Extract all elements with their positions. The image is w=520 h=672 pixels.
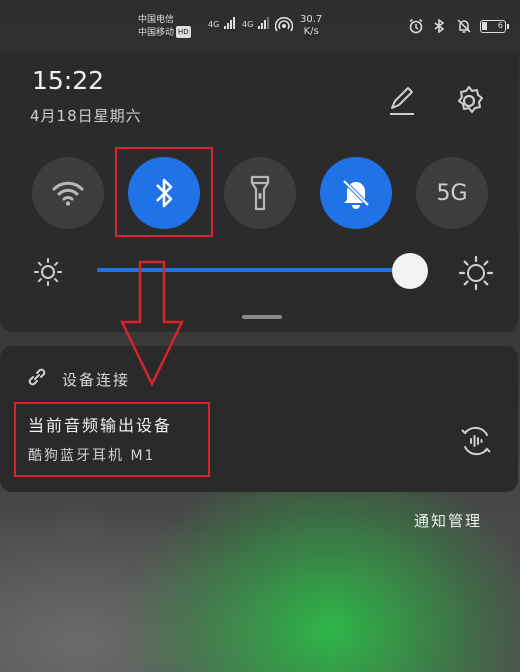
wifi-icon	[52, 181, 84, 206]
brightness-high-icon	[458, 255, 494, 291]
5g-label: 5G	[436, 180, 468, 206]
clock: 15:22	[32, 66, 105, 95]
edit-icon[interactable]	[386, 84, 418, 116]
notification-management-link[interactable]: 通知管理	[414, 510, 482, 531]
panel-drag-handle[interactable]	[242, 315, 282, 319]
battery-icon: 6	[480, 19, 509, 33]
tile-do-not-disturb[interactable]	[320, 157, 392, 229]
speed-unit: K/s	[303, 26, 319, 37]
status-bar: 中国电信 中国移动 HD 4G 4G 30.7 K/s 6	[0, 0, 520, 50]
speed-value: 30.7	[300, 14, 323, 25]
signal-2-icon: 4G	[242, 17, 269, 29]
link-icon	[28, 368, 46, 386]
annotation-highlight-bluetooth	[115, 147, 213, 237]
brightness-slider-thumb[interactable]	[392, 253, 428, 289]
hotspot-icon	[275, 17, 293, 32]
hd-badge: HD	[176, 26, 191, 38]
battery-level: 6	[497, 20, 503, 30]
flashlight-icon	[250, 175, 270, 211]
settings-gear-icon[interactable]	[452, 84, 486, 118]
alarm-icon	[409, 18, 423, 34]
network-speed: 30.7 K/s	[300, 14, 322, 38]
tile-flashlight[interactable]	[224, 157, 296, 229]
network-type-2: 4G	[242, 20, 254, 29]
carrier-2: 中国移动	[138, 28, 175, 38]
tile-wifi[interactable]	[32, 157, 104, 229]
tile-5g[interactable]: 5G	[416, 157, 488, 229]
signal-1-icon: 4G	[208, 17, 235, 29]
annotation-highlight-output-device	[14, 402, 210, 477]
brightness-low-icon	[34, 258, 62, 286]
date: 4月18日星期六	[30, 107, 142, 125]
carrier-1: 中国电信	[138, 15, 175, 25]
bell-off-icon	[342, 179, 370, 209]
mute-icon	[457, 19, 471, 33]
audio-switch-icon[interactable]	[458, 423, 494, 459]
network-type-1: 4G	[208, 20, 220, 29]
bluetooth-status-icon	[434, 18, 445, 34]
status-icons: 6	[408, 18, 509, 34]
carrier-info: 中国电信 中国移动 HD	[138, 14, 191, 39]
annotation-arrow-icon	[120, 260, 184, 387]
